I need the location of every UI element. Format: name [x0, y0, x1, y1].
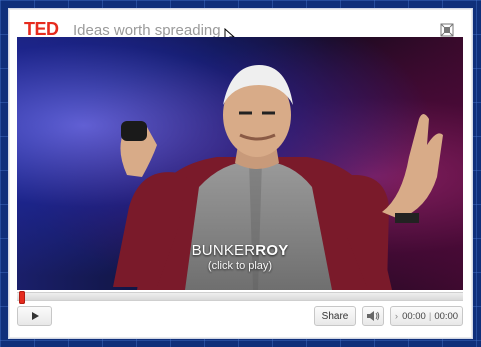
speaker-first-name: BUNKER: [191, 242, 256, 259]
video-thumbnail[interactable]: BUNKERROY (click to play): [17, 37, 463, 290]
click-to-play-text: (click to play): [207, 260, 273, 272]
video-caption: BUNKERROY (click to play): [17, 242, 463, 272]
share-button[interactable]: Share: [314, 306, 356, 326]
time-caret-icon: ›: [394, 310, 399, 322]
volume-button[interactable]: [362, 306, 384, 326]
player-controls: Share › 00:00 | 00:00: [17, 306, 463, 328]
speaker-icon: [367, 311, 380, 321]
play-button[interactable]: [17, 306, 52, 326]
total-time: 00:00: [434, 310, 459, 322]
current-time: 00:00: [402, 310, 426, 322]
play-icon: [31, 312, 39, 320]
time-display: › 00:00 | 00:00: [390, 306, 463, 326]
fullscreen-icon[interactable]: [440, 23, 454, 37]
speaker-name: BUNKERROY: [17, 242, 463, 259]
scrubber-handle[interactable]: [19, 291, 25, 304]
time-separator: |: [428, 310, 432, 322]
speaker-last-name: ROY: [255, 242, 289, 259]
progress-bar[interactable]: [17, 291, 463, 304]
